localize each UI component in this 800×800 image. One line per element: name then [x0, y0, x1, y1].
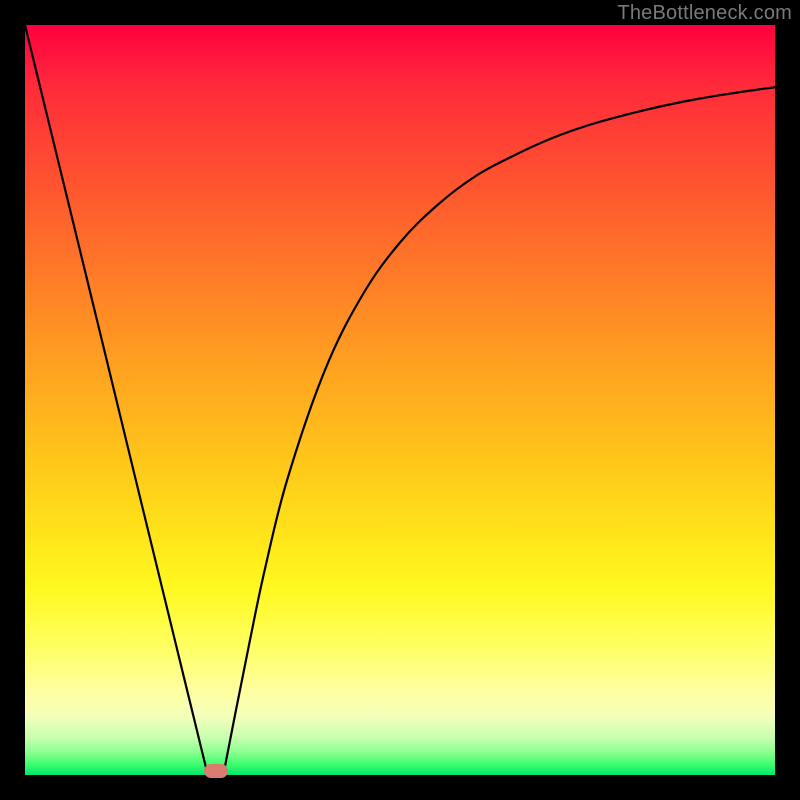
min-marker	[204, 764, 228, 778]
plot-area	[25, 25, 775, 775]
watermark-text: TheBottleneck.com	[617, 2, 792, 25]
left-branch-line	[25, 25, 207, 773]
curve-layer	[25, 25, 775, 775]
right-branch-line	[224, 87, 775, 773]
chart-frame: TheBottleneck.com	[0, 0, 800, 800]
